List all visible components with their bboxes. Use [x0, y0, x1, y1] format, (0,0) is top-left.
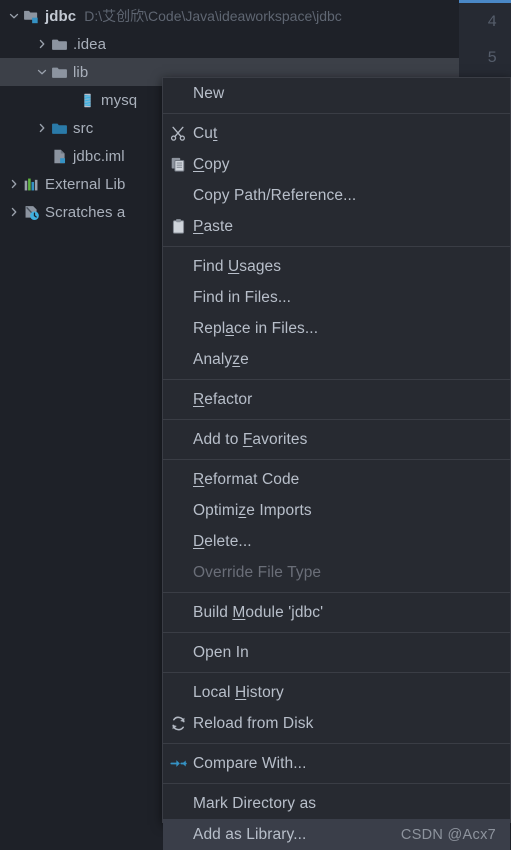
tree-item-label: src — [73, 119, 94, 137]
menu-item-replace-in-files[interactable]: Replace in Files... — [163, 313, 510, 344]
menu-item-compare-with[interactable]: Compare With... — [163, 748, 510, 779]
line-number: 5 — [487, 49, 497, 67]
menu-separator — [163, 632, 510, 633]
menu-item-build-module[interactable]: Build Module 'jdbc' — [163, 597, 510, 628]
menu-item-label: Delete... — [193, 532, 252, 550]
chevron-right-icon[interactable] — [6, 170, 22, 198]
menu-item-open-in[interactable]: Open In — [163, 637, 510, 668]
tree-item-label: .idea — [73, 35, 107, 53]
folder-icon — [50, 35, 68, 53]
menu-item-label: Refactor — [193, 390, 253, 408]
line-number: 4 — [487, 13, 497, 31]
tree-item-label: lib — [73, 63, 89, 81]
menu-item-label: Copy Path/Reference... — [193, 186, 357, 204]
menu-item-label: Add to Favorites — [193, 430, 308, 448]
menu-item-label: Add as Library... — [193, 825, 307, 843]
tree-item-label: mysq — [101, 91, 138, 109]
chevron-down-icon[interactable] — [6, 2, 22, 30]
scissors-icon — [163, 125, 193, 142]
compare-icon — [163, 755, 193, 772]
menu-item-mark-directory-as[interactable]: Mark Directory as — [163, 788, 510, 819]
menu-item-local-history[interactable]: Local History — [163, 677, 510, 708]
menu-item-label: Optimize Imports — [193, 501, 312, 519]
menu-item-find-in-files[interactable]: Find in Files... — [163, 282, 510, 313]
menu-item-find-usages[interactable]: Find Usages — [163, 251, 510, 282]
menu-item-label: Reformat Code — [193, 470, 300, 488]
watermark-label: CSDN @Acx7 — [400, 826, 496, 843]
menu-item-reformat-code[interactable]: Reformat Code — [163, 464, 510, 495]
menu-item-override-file-type: Override File Type — [163, 557, 510, 588]
chevron-right-icon[interactable] — [34, 30, 50, 58]
tree-item-label: jdbc — [45, 7, 77, 25]
iml-file-icon — [50, 147, 68, 165]
chevron-right-icon[interactable] — [6, 198, 22, 226]
scratches-icon — [22, 203, 40, 221]
menu-item-reload-from-disk[interactable]: Reload from Disk — [163, 708, 510, 739]
menu-separator — [163, 783, 510, 784]
refresh-icon — [163, 715, 193, 732]
menu-item-analyze[interactable]: Analyze — [163, 344, 510, 375]
menu-item-label: Build Module 'jdbc' — [193, 603, 324, 621]
menu-separator — [163, 419, 510, 420]
clipboard-icon — [163, 218, 193, 235]
menu-separator — [163, 459, 510, 460]
menu-item-label: Paste — [193, 217, 234, 235]
chevron-down-icon[interactable] — [34, 58, 50, 86]
menu-item-copy-path-reference[interactable]: Copy Path/Reference... — [163, 180, 510, 211]
menu-item-label: Find Usages — [193, 257, 282, 275]
menu-item-label: Copy — [193, 155, 230, 173]
menu-item-label: Open In — [193, 643, 249, 661]
chevron-right-icon[interactable] — [34, 114, 50, 142]
source-folder-icon — [50, 119, 68, 137]
menu-item-label: Find in Files... — [193, 288, 292, 306]
menu-item-delete[interactable]: Delete... — [163, 526, 510, 557]
menu-separator — [163, 246, 510, 247]
menu-item-new[interactable]: New — [163, 78, 510, 109]
menu-item-optimize-imports[interactable]: Optimize Imports — [163, 495, 510, 526]
menu-separator — [163, 672, 510, 673]
jar-file-icon — [78, 91, 96, 109]
tree-item-label: External Lib — [45, 175, 126, 193]
tree-item-idea[interactable]: .idea — [0, 30, 480, 58]
menu-item-add-as-library[interactable]: Add as Library... CSDN @Acx7 — [163, 819, 510, 850]
menu-separator — [163, 113, 510, 114]
menu-item-label: Local History — [193, 683, 284, 701]
tree-item-jdbc[interactable]: jdbc D:\艾创欣\Code\Java\ideaworkspace\jdbc — [0, 2, 480, 30]
menu-item-label: Replace in Files... — [193, 319, 319, 337]
external-libraries-icon — [22, 175, 40, 193]
menu-item-cut[interactable]: Cut — [163, 118, 510, 149]
menu-item-copy[interactable]: Copy — [163, 149, 510, 180]
menu-separator — [163, 592, 510, 593]
menu-item-refactor[interactable]: Refactor — [163, 384, 510, 415]
module-folder-icon — [22, 7, 40, 25]
menu-item-label: Override File Type — [193, 563, 322, 581]
folder-icon — [50, 63, 68, 81]
tree-item-label: jdbc.iml — [73, 147, 125, 165]
project-path-label: D:\艾创欣\Code\Java\ideaworkspace\jdbc — [84, 8, 342, 24]
menu-item-label: New — [193, 84, 225, 102]
tree-item-label: Scratches a — [45, 203, 126, 221]
ide-screen: jdbc D:\艾创欣\Code\Java\ideaworkspace\jdbc.… — [0, 0, 511, 850]
menu-item-label: Reload from Disk — [193, 714, 314, 732]
menu-separator — [163, 743, 510, 744]
menu-item-add-to-favorites[interactable]: Add to Favorites — [163, 424, 510, 455]
menu-item-label: Mark Directory as — [193, 794, 317, 812]
menu-separator — [163, 379, 510, 380]
menu-item-paste[interactable]: Paste — [163, 211, 510, 242]
copy-icon — [163, 156, 193, 173]
menu-item-label: Cut — [193, 124, 218, 142]
context-menu[interactable]: New Cut Copy Copy Path/Reference... Paste Fin… — [162, 77, 511, 850]
menu-item-label: Analyze — [193, 350, 249, 368]
menu-item-label: Compare With... — [193, 754, 307, 772]
